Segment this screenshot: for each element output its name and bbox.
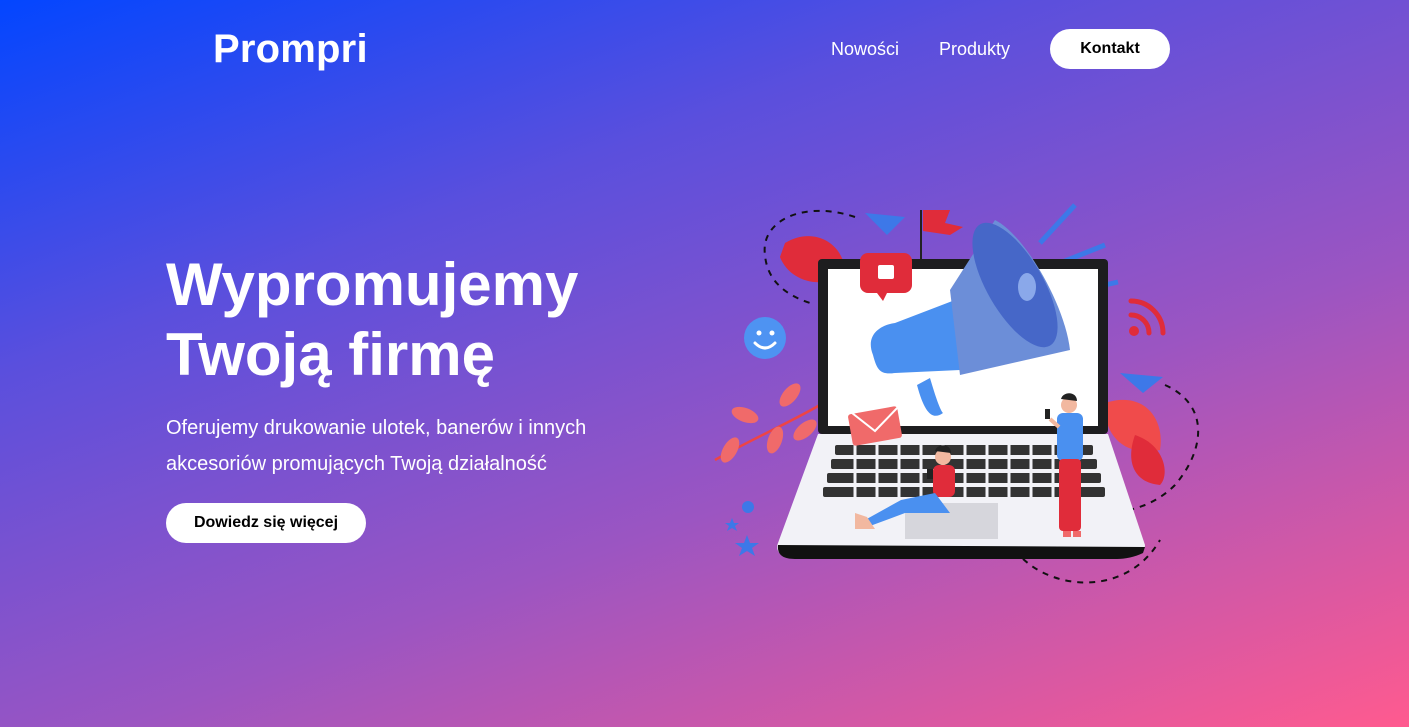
nav-link-produkty[interactable]: Produkty [939, 39, 1010, 60]
star-2-icon [725, 518, 739, 531]
learn-more-button[interactable]: Dowiedz się więcej [166, 503, 366, 543]
flower-icon [742, 501, 754, 513]
site-logo[interactable]: Prompri [213, 27, 368, 72]
branch-leaf-3-icon [720, 437, 740, 463]
smiley-icon [744, 317, 786, 359]
star-1-icon [735, 535, 759, 556]
branch-leaf-4-icon [766, 426, 784, 454]
paper-plane-top-icon [865, 213, 905, 235]
branch-leaf-2-icon [779, 383, 801, 407]
hero-description: Oferujemy drukowanie ulotek, banerów i i… [166, 410, 616, 482]
paper-plane-right-icon [1120, 373, 1163, 393]
hero-title-line1: Wypromujemy [166, 251, 579, 318]
hero-description-line1: Oferujemy drukowanie ulotek, banerów i i… [166, 417, 587, 439]
hero-illustration [714, 203, 1200, 584]
flag-icon [923, 210, 963, 235]
nav-link-nowosci[interactable]: Nowości [831, 39, 899, 60]
branch-leaf-1-icon [731, 406, 759, 424]
hero-title-line2: Twoją firmę [166, 321, 495, 388]
hero-title: Wypromujemy Twoją firmę [166, 250, 646, 390]
hero-description-line2: akcesoriów promujących Twoją działalność [166, 453, 547, 475]
contact-button[interactable]: Kontakt [1050, 29, 1170, 69]
